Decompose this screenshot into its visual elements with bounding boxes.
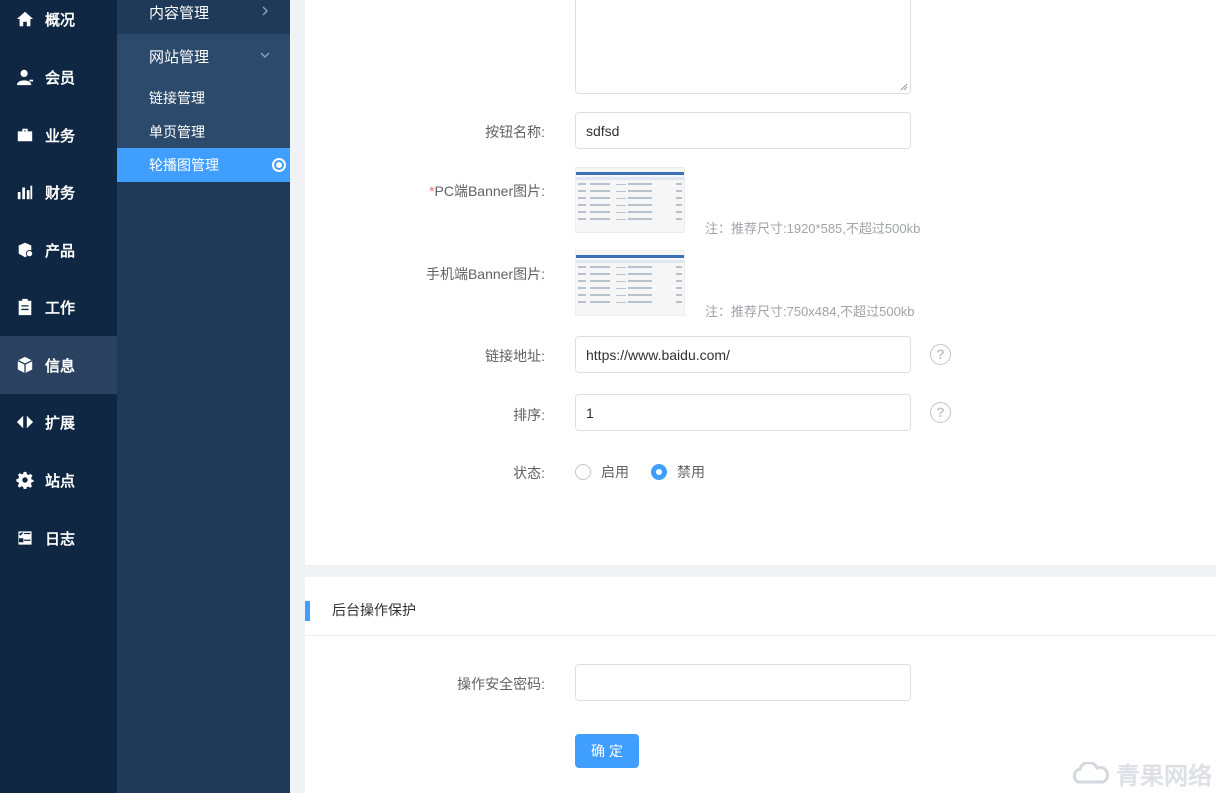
- subnav-group-website[interactable]: 网站管理: [117, 34, 290, 78]
- watermark-text: 青果网络: [1116, 763, 1212, 790]
- banner-preview-image: [576, 255, 684, 303]
- mobile-banner-note: 注：推荐尺寸:750x484,不超过500kb: [705, 304, 915, 319]
- button-name-input[interactable]: sdfsd: [575, 112, 911, 149]
- pc-banner-note: 注：推荐尺寸:1920*585,不超过500kb: [705, 221, 921, 236]
- expand-arrows-icon: [16, 415, 34, 429]
- sidebar-item-business[interactable]: 业务: [0, 106, 117, 164]
- subnav-group-content[interactable]: 内容管理: [117, 0, 290, 34]
- subnav-item-label: 链接管理: [149, 90, 205, 106]
- pc-banner-label: *PC端Banner图片:: [429, 183, 545, 199]
- cube-icon: [17, 356, 33, 374]
- sidebar-item-product[interactable]: 产品: [0, 221, 117, 279]
- active-indicator-icon: [272, 158, 286, 172]
- home-icon: [16, 11, 34, 27]
- cloud-logo-icon: [1072, 761, 1110, 783]
- sidebar-item-label: 日志: [45, 530, 76, 548]
- sort-label: 排序:: [513, 407, 545, 423]
- mobile-banner-thumbnail[interactable]: [575, 250, 685, 316]
- radio-label: 启用: [601, 464, 629, 480]
- user-icon: [16, 69, 34, 86]
- section-divider: [305, 635, 1216, 636]
- mobile-banner-label: 手机端Banner图片:: [425, 266, 545, 282]
- banner-preview-image: [576, 172, 684, 220]
- watermark: 青果网络: [1070, 756, 1212, 791]
- sidebar-item-label: 工作: [45, 299, 76, 317]
- button-name-label: 按钮名称:: [485, 124, 545, 140]
- subnav-item-carousel[interactable]: 轮播图管理: [117, 148, 290, 182]
- sidebar-item-label: 站点: [45, 472, 76, 490]
- checklist-icon: [17, 530, 33, 546]
- sidebar-item-overview[interactable]: 概况: [0, 0, 117, 48]
- sort-input[interactable]: 1: [575, 394, 911, 431]
- sidebar-item-label: 业务: [45, 127, 76, 145]
- link-input[interactable]: https://www.baidu.com/: [575, 336, 911, 373]
- radio-circle: [575, 464, 591, 480]
- pc-banner-thumbnail[interactable]: [575, 167, 685, 233]
- status-label: 状态:: [513, 465, 545, 481]
- sidebar-item-members[interactable]: 会员: [0, 48, 117, 106]
- product-box-icon: [18, 242, 34, 258]
- primary-sidebar: 概况 会员 业务 财务 产品 工作 信息 扩展 站点 日志: [0, 0, 117, 793]
- clipboard-icon: [18, 298, 32, 316]
- status-enable-radio[interactable]: 启用: [575, 462, 629, 482]
- sidebar-item-label: 财务: [45, 184, 76, 202]
- sidebar-item-label: 产品: [45, 242, 76, 260]
- sidebar-item-log[interactable]: 日志: [0, 509, 117, 567]
- radio-circle: [651, 464, 667, 480]
- status-disable-radio[interactable]: 禁用: [651, 462, 705, 482]
- description-textarea[interactable]: [575, 0, 911, 94]
- sidebar-item-label: 概况: [45, 11, 76, 29]
- subnav-item-links[interactable]: 链接管理: [117, 81, 290, 115]
- radio-label: 禁用: [677, 464, 705, 480]
- subnav-item-label: 单页管理: [149, 124, 205, 140]
- subnav-group-label: 内容管理: [149, 4, 210, 22]
- sidebar-item-info[interactable]: 信息: [0, 336, 117, 394]
- sidebar-item-site[interactable]: 站点: [0, 451, 117, 509]
- subnav-group-label: 网站管理: [149, 48, 210, 66]
- security-password-input[interactable]: [575, 664, 911, 701]
- sidebar-item-label: 会员: [45, 69, 76, 87]
- chevron-right-icon: [258, 4, 272, 18]
- section-title: 后台操作保护: [332, 602, 416, 618]
- subnav-item-label: 轮播图管理: [149, 157, 219, 173]
- password-label: 操作安全密码:: [457, 676, 545, 692]
- resize-grip-icon: [900, 83, 908, 91]
- sidebar-item-finance[interactable]: 财务: [0, 163, 117, 221]
- confirm-button[interactable]: 确定: [575, 734, 639, 768]
- sidebar-item-label: 扩展: [45, 414, 76, 432]
- link-label: 链接地址:: [485, 348, 545, 364]
- secondary-sidebar: 内容管理 网站管理 链接管理 单页管理 轮播图管理: [117, 0, 290, 793]
- chevron-down-icon: [258, 48, 272, 62]
- gear-icon: [16, 471, 34, 489]
- sidebar-item-extend[interactable]: 扩展: [0, 393, 117, 451]
- link-help-icon[interactable]: ?: [930, 344, 951, 365]
- sidebar-item-label: 信息: [45, 357, 76, 375]
- subnav-item-pages[interactable]: 单页管理: [117, 115, 290, 149]
- briefcase-icon: [17, 128, 33, 142]
- bar-chart-icon: [17, 185, 33, 200]
- sidebar-item-work[interactable]: 工作: [0, 278, 117, 336]
- sort-help-icon[interactable]: ?: [930, 402, 951, 423]
- banner-form-card: 按钮名称: sdfsd *PC端Banner图片: 注：推荐尺寸:1920*58…: [305, 0, 1216, 565]
